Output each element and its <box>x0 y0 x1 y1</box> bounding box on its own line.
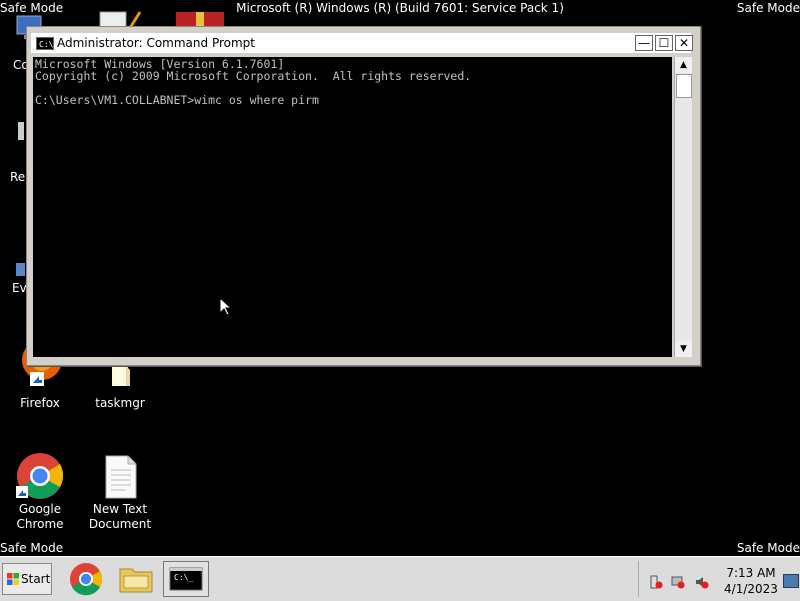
console-output[interactable]: Microsoft Windows [Version 6.1.7601] Copy… <box>33 57 672 357</box>
event-viewer-icon[interactable] <box>16 262 26 276</box>
window-title: Administrator: Command Prompt <box>57 36 255 50</box>
scroll-thumb[interactable] <box>676 74 692 98</box>
cmd-icon-text: C:\_ <box>174 573 194 582</box>
taskbar-cmd-button[interactable]: C:\_ <box>163 561 209 597</box>
console-prompt-line: C:\Users\VM1.COLLABNET>wimc os where pir… <box>35 93 319 107</box>
clock-date: 4/1/2023 <box>724 582 778 596</box>
cmd-window-icon[interactable]: C:\ <box>36 37 54 50</box>
chrome-icon <box>70 563 103 596</box>
minimize-button[interactable]: — <box>635 35 653 51</box>
maximize-button[interactable]: ☐ <box>655 35 673 51</box>
folder-icon <box>119 568 153 593</box>
desktop-icon-label: New Text Document <box>88 502 152 531</box>
show-desktop-button[interactable] <box>783 574 799 588</box>
chrome-icon <box>16 452 64 500</box>
start-button[interactable]: Start <box>2 563 52 595</box>
desktop-icon-label: Firefox <box>20 396 60 410</box>
taskbar: Start C:\_ 7:13 AM 4/1/2023 <box>0 556 800 601</box>
clock-time: 7:13 AM <box>726 566 776 580</box>
windows-logo-icon <box>7 573 19 585</box>
mouse-cursor-icon <box>219 296 233 321</box>
desktop-icon-new-text-document[interactable]: New Text Document <box>82 452 158 532</box>
taskbar-explorer-button[interactable] <box>114 561 158 597</box>
partial-label-recycle: Re <box>10 170 26 184</box>
action-center-icon[interactable] <box>649 574 663 589</box>
volume-icon[interactable] <box>695 574 709 589</box>
desktop-icon-chrome[interactable]: Google Chrome <box>2 452 78 532</box>
scroll-up-button[interactable]: ▲ <box>675 57 692 73</box>
safe-mode-label-bottom-right: Safe Mode <box>736 541 800 555</box>
safe-mode-label-bottom-left: Safe Mode <box>0 541 64 555</box>
console-line: Copyright (c) 2009 Microsoft Corporation… <box>35 69 472 83</box>
desktop-icon-label: Google Chrome <box>16 502 64 531</box>
safe-mode-label-top-right: Safe Mode <box>736 1 800 15</box>
scroll-down-button[interactable]: ▼ <box>675 341 692 357</box>
system-tray: 7:13 AM 4/1/2023 <box>638 561 800 597</box>
desktop-icon-label: taskmgr <box>95 396 145 410</box>
title-bar[interactable]: C:\ Administrator: Command Prompt — ☐ ✕ <box>31 33 693 53</box>
vertical-scrollbar[interactable]: ▲ ▼ <box>674 57 692 357</box>
close-button[interactable]: ✕ <box>675 35 693 51</box>
recycle-bin-icon[interactable] <box>18 120 26 142</box>
network-icon[interactable] <box>671 574 685 589</box>
text-file-icon <box>96 452 144 500</box>
start-label: Start <box>21 572 51 586</box>
taskbar-chrome-button[interactable] <box>64 561 108 597</box>
clock[interactable]: 7:13 AM 4/1/2023 <box>721 565 781 597</box>
command-prompt-window[interactable]: C:\ Administrator: Command Prompt — ☐ ✕ … <box>26 26 701 366</box>
partial-label-event: Ev <box>12 281 27 295</box>
